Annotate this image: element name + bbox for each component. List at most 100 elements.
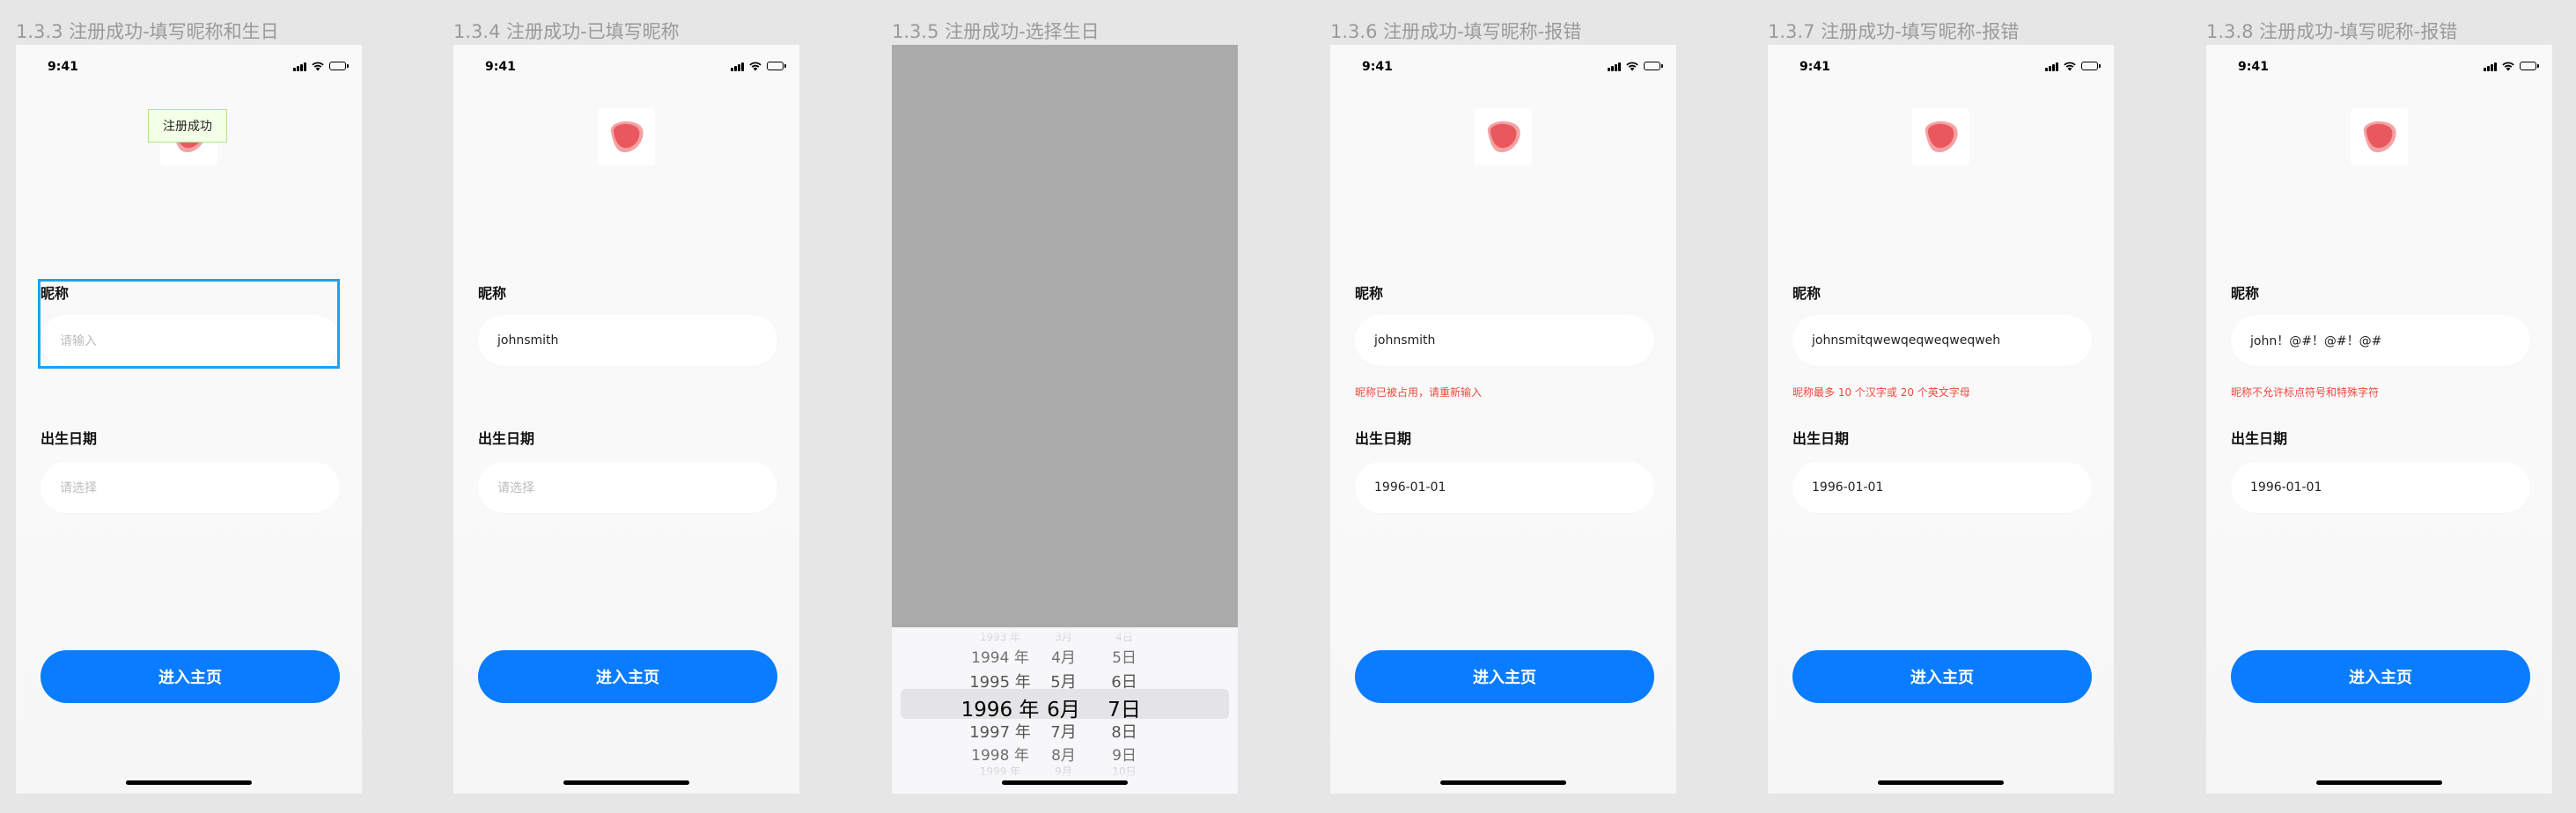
signal-icon bbox=[731, 62, 744, 71]
avatar[interactable] bbox=[2351, 108, 2408, 165]
avatar-blob-icon bbox=[610, 121, 644, 152]
status-time: 9:41 bbox=[48, 60, 78, 74]
picker-month-option[interactable]: 6月 bbox=[1047, 692, 1080, 722]
battery-icon bbox=[767, 62, 786, 70]
date-picker[interactable]: 1993 年 1994 年 1995 年 1996 年 1997 年 1998 年 1999… bbox=[892, 627, 1238, 794]
status-time: 9:41 bbox=[1800, 60, 1830, 74]
home-indicator bbox=[1440, 780, 1566, 785]
picker-day-option[interactable]: 9日 bbox=[1112, 743, 1137, 765]
birthday-input[interactable]: 1996-01-01 bbox=[1355, 462, 1654, 513]
signal-icon bbox=[2484, 62, 2497, 71]
birthday-label: 出生日期 bbox=[478, 430, 535, 447]
phone-screen-1-3-3: 9:41 注册成功 昵称 请输入 出生日期 请选择 进入主页 bbox=[16, 45, 362, 794]
nickname-input[interactable]: john！@#！@#！@# bbox=[2231, 315, 2530, 366]
enter-home-button[interactable]: 进入主页 bbox=[1355, 650, 1654, 703]
birthday-label: 出生日期 bbox=[1355, 430, 1412, 447]
phone-screen-1-3-4: 9:41 昵称 johnsmith 出生日期 请选择 进入主页 bbox=[453, 45, 799, 794]
nickname-input[interactable]: johnsmith bbox=[478, 315, 777, 366]
picker-month-option[interactable]: 7月 bbox=[1050, 720, 1076, 743]
enter-home-button[interactable]: 进入主页 bbox=[40, 650, 340, 703]
modal-overlay[interactable] bbox=[892, 45, 1238, 627]
nickname-label: 昵称 bbox=[2231, 285, 2260, 302]
avatar[interactable] bbox=[598, 108, 655, 165]
picker-year-option[interactable]: 1994 年 bbox=[971, 645, 1029, 667]
picker-year-option[interactable]: 1996 年 bbox=[961, 692, 1040, 722]
focus-highlight bbox=[38, 279, 340, 369]
home-indicator bbox=[1878, 780, 2004, 785]
birthday-input[interactable]: 1996-01-01 bbox=[2231, 462, 2530, 513]
avatar-blob-icon bbox=[2363, 121, 2396, 152]
picker-day-option[interactable]: 7日 bbox=[1108, 692, 1141, 722]
wifi-icon bbox=[2502, 62, 2514, 71]
picker-month-option[interactable]: 5月 bbox=[1050, 670, 1076, 692]
birthday-input[interactable]: 请选择 bbox=[478, 462, 777, 513]
picker-year-option[interactable]: 1997 年 bbox=[969, 720, 1031, 743]
frame-title: 1.3.7 注册成功-填写昵称-报错 bbox=[1768, 21, 2020, 42]
avatar-blob-icon bbox=[1925, 121, 1958, 152]
signal-icon bbox=[1608, 62, 1621, 71]
status-icons bbox=[1608, 61, 1663, 71]
phone-screen-1-3-5: 1993 年 1994 年 1995 年 1996 年 1997 年 1998 年 1999… bbox=[892, 45, 1238, 794]
picker-year-option[interactable]: 1993 年 bbox=[980, 629, 1020, 644]
phone-screen-1-3-7: 9:41 昵称 johnsmitqwewqeqweqweqweh 昵称最多 10… bbox=[1768, 45, 2114, 794]
enter-home-button[interactable]: 进入主页 bbox=[1792, 650, 2092, 703]
picker-month-option[interactable]: 4月 bbox=[1051, 645, 1076, 667]
battery-icon bbox=[329, 62, 349, 70]
signal-icon bbox=[293, 62, 306, 71]
birthday-label: 出生日期 bbox=[40, 430, 98, 447]
frame-title: 1.3.8 注册成功-填写昵称-报错 bbox=[2206, 21, 2458, 42]
birthday-input[interactable]: 1996-01-01 bbox=[1792, 462, 2092, 513]
picker-day-option[interactable]: 8日 bbox=[1111, 720, 1137, 743]
picker-month-option[interactable]: 8月 bbox=[1051, 743, 1076, 765]
frame-title: 1.3.5 注册成功-选择生日 bbox=[892, 21, 1100, 42]
avatar[interactable] bbox=[1475, 108, 1532, 165]
nickname-input[interactable]: johnsmitqwewqeqweqweqweh bbox=[1792, 315, 2092, 366]
frame-title: 1.3.6 注册成功-填写昵称-报错 bbox=[1330, 21, 1582, 42]
enter-home-button[interactable]: 进入主页 bbox=[478, 650, 777, 703]
birthday-input[interactable]: 请选择 bbox=[40, 462, 340, 513]
picker-year-option[interactable]: 1998 年 bbox=[971, 743, 1029, 765]
battery-icon bbox=[2081, 62, 2101, 70]
home-indicator bbox=[2316, 780, 2442, 785]
phone-screen-1-3-8: 9:41 昵称 john！@#！@#！@# 昵称不允许标点符号和特殊字符 出生日… bbox=[2206, 45, 2552, 794]
frame-title: 1.3.3 注册成功-填写昵称和生日 bbox=[16, 21, 279, 42]
picker-day-option[interactable]: 6日 bbox=[1111, 670, 1137, 692]
nickname-input[interactable]: johnsmith bbox=[1355, 315, 1654, 366]
home-indicator bbox=[126, 780, 252, 785]
nickname-label: 昵称 bbox=[478, 285, 507, 302]
enter-home-button[interactable]: 进入主页 bbox=[2231, 650, 2530, 703]
phone-screen-1-3-6: 9:41 昵称 johnsmith 昵称已被占用，请重新输入 出生日期 1996… bbox=[1330, 45, 1676, 794]
picker-year-option[interactable]: 1999 年 bbox=[980, 764, 1020, 779]
nickname-error: 昵称已被占用，请重新输入 bbox=[1355, 386, 1483, 399]
battery-icon bbox=[1644, 62, 1663, 70]
picker-month-option[interactable]: 3月 bbox=[1055, 629, 1072, 644]
status-time: 9:41 bbox=[2238, 60, 2269, 74]
picker-year-option[interactable]: 1995 年 bbox=[969, 670, 1031, 692]
signal-icon bbox=[2045, 62, 2058, 71]
avatar-blob-icon bbox=[1487, 121, 1520, 152]
birthday-label: 出生日期 bbox=[1792, 430, 1850, 447]
frame-title: 1.3.4 注册成功-已填写昵称 bbox=[453, 21, 680, 42]
picker-day-option[interactable]: 10日 bbox=[1112, 764, 1136, 779]
birthday-label: 出生日期 bbox=[2231, 430, 2288, 447]
status-icons bbox=[2484, 61, 2539, 71]
wifi-icon bbox=[312, 62, 324, 71]
wifi-icon bbox=[749, 62, 762, 71]
home-indicator bbox=[1002, 780, 1128, 785]
wifi-icon bbox=[2064, 62, 2076, 71]
status-icons bbox=[2045, 61, 2101, 71]
nickname-error: 昵称不允许标点符号和特殊字符 bbox=[2231, 386, 2380, 399]
status-icons bbox=[731, 61, 786, 71]
nickname-label: 昵称 bbox=[1355, 285, 1384, 302]
picker-day-option[interactable]: 4日 bbox=[1115, 629, 1133, 644]
status-time: 9:41 bbox=[1362, 60, 1393, 74]
status-time: 9:41 bbox=[485, 60, 516, 74]
success-toast: 注册成功 bbox=[148, 109, 227, 143]
picker-month-option[interactable]: 9月 bbox=[1055, 764, 1072, 779]
wifi-icon bbox=[1626, 62, 1638, 71]
picker-day-option[interactable]: 5日 bbox=[1112, 645, 1137, 667]
battery-icon bbox=[2520, 62, 2539, 70]
avatar[interactable] bbox=[1912, 108, 1969, 165]
nickname-error: 昵称最多 10 个汉字或 20 个英文字母 bbox=[1792, 386, 1970, 399]
status-icons bbox=[293, 61, 349, 71]
